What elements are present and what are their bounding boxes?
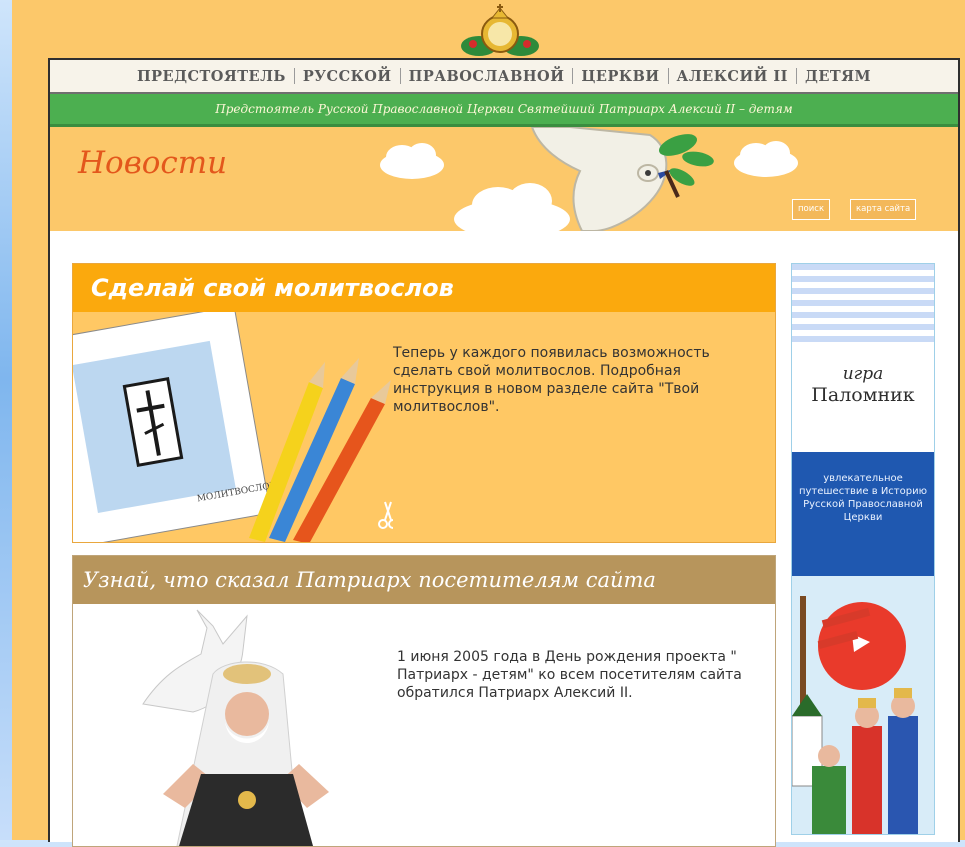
nav-item-detyam[interactable]: ДЕТЯМ — [805, 68, 871, 85]
patriarch-photo — [142, 609, 329, 846]
main-content: Сделай свой молитвослов МОЛИТВОСЛОВ Тепе… — [50, 231, 958, 847]
pilgrim-game-banner[interactable]: игра Паломник увлекательное путешествие … — [791, 263, 935, 835]
nav-item-russkoy[interactable]: РУССКОЙ — [303, 68, 392, 85]
nav-item-aleksiy[interactable]: АЛЕКСИЙ II — [677, 68, 788, 85]
patriarch-emblem-icon — [461, 4, 539, 56]
nav-divider — [572, 68, 574, 84]
sitemap-button[interactable]: карта сайта — [850, 199, 917, 220]
pilgrim-artwork-image — [792, 576, 934, 834]
site-subtitle: Предстоятель Русской Православной Церкви… — [215, 102, 793, 116]
prayer-book-page-image: МОЛИТВОСЛОВ — [73, 312, 277, 542]
site-subtitle-bar: Предстоятель Русской Православной Церкви… — [50, 94, 958, 127]
site-frame: ПРЕДСТОЯТЕЛЬ РУССКОЙ ПРАВОСЛАВНОЙ ЦЕРКВИ… — [48, 58, 960, 847]
search-button[interactable]: поиск — [792, 199, 831, 220]
page-title: Новости — [78, 145, 228, 181]
game-title: игра Паломник — [792, 342, 934, 452]
banner-stripes — [792, 264, 934, 342]
prayer-book-illustration: МОЛИТВОСЛОВ — [73, 312, 393, 542]
nav-item-pravoslavnoy[interactable]: ПРАВОСЛАВНОЙ — [409, 68, 565, 85]
game-name: Паломник — [811, 384, 915, 406]
nav-divider — [399, 68, 401, 84]
nav-divider — [293, 68, 295, 84]
cloud-icon — [734, 141, 798, 177]
section-banner: Новости поиск карта сайта — [50, 127, 958, 231]
card-text: Теперь у каждого появилась возможность с… — [393, 345, 710, 415]
nav-divider — [667, 68, 669, 84]
cloud-icon — [454, 183, 570, 231]
top-navigation: ПРЕДСТОЯТЕЛЬ РУССКОЙ ПРАВОСЛАВНОЙ ЦЕРКВИ… — [50, 60, 958, 94]
nav-item-tserkvi[interactable]: ЦЕРКВИ — [581, 68, 659, 85]
cloud-icon — [380, 143, 444, 179]
nav-divider — [795, 68, 797, 84]
page-background: ПРЕДСТОЯТЕЛЬ РУССКОЙ ПРАВОСЛАВНОЙ ЦЕРКВИ… — [12, 0, 965, 847]
game-word: игра — [842, 364, 884, 384]
game-artwork — [792, 576, 934, 834]
news-card-prayer-book[interactable]: Сделай свой молитвослов МОЛИТВОСЛОВ Тепе… — [72, 263, 776, 543]
pencils-icon — [249, 358, 391, 542]
card-title[interactable]: Сделай свой молитвослов — [73, 264, 775, 312]
card-title[interactable]: Узнай, что сказал Патриарх посетителям с… — [73, 556, 775, 604]
scissors-icon — [378, 501, 393, 529]
card-text: 1 июня 2005 года в День рождения проекта… — [397, 649, 742, 701]
news-card-patriarch-message[interactable]: Узнай, что сказал Патриарх посетителям с… — [72, 555, 776, 847]
game-description: увлекательное путешествие в Историю Русс… — [792, 452, 934, 576]
nav-item-predstoyatel[interactable]: ПРЕДСТОЯТЕЛЬ — [137, 68, 286, 85]
